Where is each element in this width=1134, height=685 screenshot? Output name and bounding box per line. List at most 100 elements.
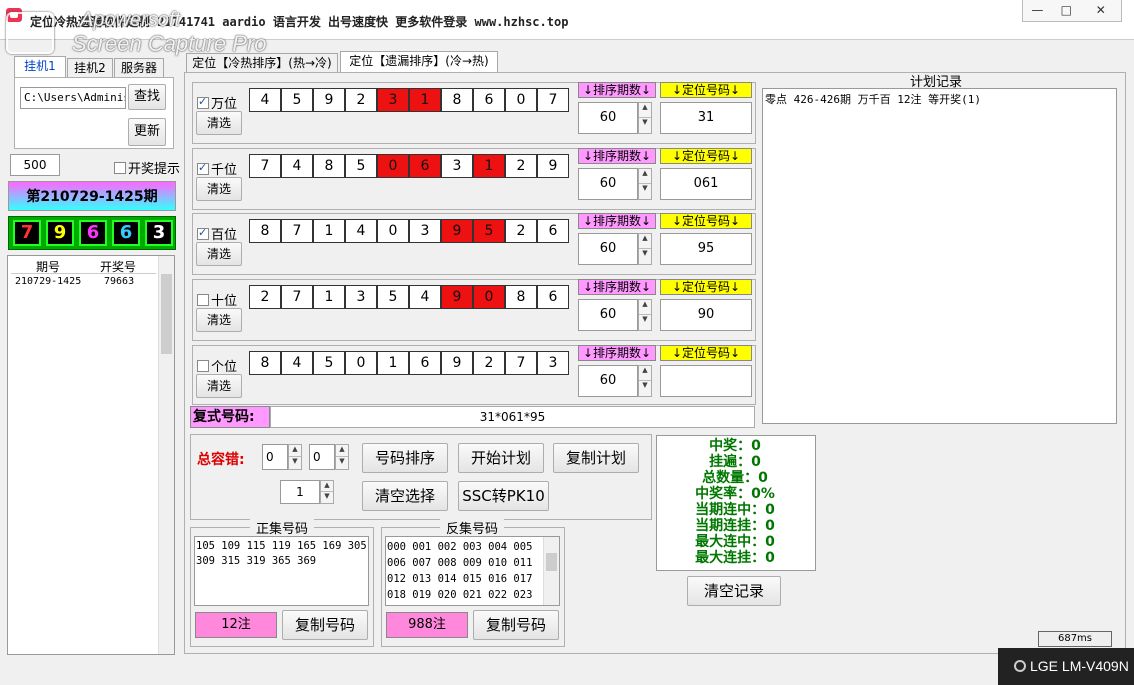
digit-cell[interactable]: 4 xyxy=(249,88,281,112)
spin-down-icon[interactable]: ▼ xyxy=(639,381,651,396)
digit-cell[interactable]: 9 xyxy=(537,154,569,178)
digit-cell[interactable]: 3 xyxy=(441,154,473,178)
path-input[interactable]: C:\Users\Administ xyxy=(20,87,126,109)
scrollbar-thumb[interactable] xyxy=(546,553,557,571)
tab-miss-sort[interactable]: 定位【遗漏排序】(冷→热) xyxy=(340,51,498,73)
digit-cell[interactable]: 5 xyxy=(377,285,409,309)
digit-cell[interactable]: 4 xyxy=(409,285,441,309)
digit-cell[interactable]: 8 xyxy=(441,88,473,112)
position-checkbox[interactable]: 十位 xyxy=(197,290,237,309)
digit-cell[interactable]: 7 xyxy=(281,219,313,243)
digit-cell[interactable]: 7 xyxy=(537,88,569,112)
digit-cell[interactable]: 1 xyxy=(473,154,505,178)
tab-server[interactable]: 服务器 xyxy=(114,58,164,78)
digit-cell[interactable]: 9 xyxy=(441,285,473,309)
tab-cold-hot-sort[interactable]: 定位【冷热排序】(热→冷) xyxy=(186,53,338,73)
digit-cell[interactable]: 6 xyxy=(537,219,569,243)
spin2-buttons[interactable]: ▲ ▼ xyxy=(335,444,349,470)
digit-cell[interactable]: 2 xyxy=(505,219,537,243)
sort-period-spinner[interactable]: ▲ ▼ xyxy=(638,168,652,200)
sort-period-input[interactable]: 60 xyxy=(578,299,638,331)
find-button[interactable]: 查找 xyxy=(128,84,166,110)
negative-list-scrollbar[interactable] xyxy=(543,537,559,605)
plan-log[interactable]: 零点 426-426期 万千百 12注 等开奖(1) xyxy=(762,88,1117,424)
digit-cell[interactable]: 8 xyxy=(249,351,281,375)
position-code-value[interactable] xyxy=(660,365,752,397)
spin-up-icon[interactable]: ▲ xyxy=(639,103,651,118)
digit-cell[interactable]: 5 xyxy=(281,88,313,112)
digit-cell[interactable]: 8 xyxy=(505,285,537,309)
digit-cell[interactable]: 7 xyxy=(281,285,313,309)
ssc-pk10-button[interactable]: SSC转PK10 xyxy=(458,481,549,511)
digit-cell[interactable]: 1 xyxy=(313,285,345,309)
sort-period-spinner[interactable]: ▲ ▼ xyxy=(638,102,652,134)
sort-period-spinner[interactable]: ▲ ▼ xyxy=(638,233,652,265)
digit-cell[interactable]: 0 xyxy=(473,285,505,309)
refresh-button[interactable]: 更新 xyxy=(128,118,166,146)
negative-set-list[interactable]: 000 001 002 003 004 005 006 007 008 009 … xyxy=(385,536,560,606)
clear-selection-button[interactable]: 清选 xyxy=(196,374,242,398)
digit-cell[interactable]: 0 xyxy=(377,219,409,243)
digit-cell[interactable]: 7 xyxy=(505,351,537,375)
digit-cell[interactable]: 1 xyxy=(409,88,441,112)
digit-cell[interactable]: 8 xyxy=(249,219,281,243)
list-scrollbar[interactable] xyxy=(158,256,174,654)
position-checkbox[interactable]: 万位 xyxy=(197,93,237,112)
tab-guaji1[interactable]: 挂机1 xyxy=(14,56,66,78)
digit-cell[interactable]: 0 xyxy=(377,154,409,178)
position-checkbox[interactable]: 个位 xyxy=(197,356,237,375)
digit-cell[interactable]: 8 xyxy=(313,154,345,178)
start-plan-button[interactable]: 开始计划 xyxy=(458,443,544,473)
maximize-button[interactable]: □ xyxy=(1052,0,1081,21)
digit-cell[interactable]: 2 xyxy=(345,88,377,112)
history-list[interactable]: 期号 开奖号 210729-1425 79663 xyxy=(7,255,175,655)
digit-cell[interactable]: 1 xyxy=(377,351,409,375)
spin3-buttons[interactable]: ▲ ▼ xyxy=(320,480,334,504)
position-code-value[interactable]: 31 xyxy=(660,102,752,134)
spin-up-icon[interactable]: ▲ xyxy=(639,366,651,381)
spin-down-icon[interactable]: ▼ xyxy=(639,315,651,330)
digit-cell[interactable]: 3 xyxy=(409,219,441,243)
sort-period-input[interactable]: 60 xyxy=(578,233,638,265)
digit-cell[interactable]: 2 xyxy=(505,154,537,178)
digit-cell[interactable]: 9 xyxy=(441,351,473,375)
spin-down-icon[interactable]: ▼ xyxy=(639,118,651,133)
sort-period-spinner[interactable]: ▲ ▼ xyxy=(638,365,652,397)
digit-cell[interactable]: 6 xyxy=(409,154,441,178)
positive-set-list[interactable]: 105 109 115 119 165 169 305 309 315 319 … xyxy=(194,536,369,606)
digit-cell[interactable]: 3 xyxy=(345,285,377,309)
positive-copy-button[interactable]: 复制号码 xyxy=(282,610,368,640)
close-button[interactable]: ✕ xyxy=(1081,0,1121,21)
digit-cell[interactable]: 0 xyxy=(505,88,537,112)
digit-cell[interactable]: 2 xyxy=(249,285,281,309)
position-code-value[interactable]: 061 xyxy=(660,168,752,200)
digit-cell[interactable]: 9 xyxy=(441,219,473,243)
spin-down-icon[interactable]: ▼ xyxy=(639,184,651,199)
sort-period-input[interactable]: 60 xyxy=(578,365,638,397)
clear-record-button[interactable]: 清空记录 xyxy=(687,576,781,606)
sort-period-input[interactable]: 60 xyxy=(578,168,638,200)
count-input[interactable]: 500 xyxy=(10,154,60,176)
position-code-value[interactable]: 90 xyxy=(660,299,752,331)
tolerance-spin1[interactable]: 0 xyxy=(262,444,288,470)
digit-cell[interactable]: 3 xyxy=(537,351,569,375)
digit-cell[interactable]: 2 xyxy=(473,351,505,375)
digit-cell[interactable]: 6 xyxy=(537,285,569,309)
scrollbar-thumb[interactable] xyxy=(161,274,172,354)
digit-cell[interactable]: 5 xyxy=(313,351,345,375)
sort-period-spinner[interactable]: ▲ ▼ xyxy=(638,299,652,331)
open-prompt-checkbox[interactable]: 开奖提示 xyxy=(114,158,180,177)
clear-selection-button[interactable]: 清选 xyxy=(196,177,242,201)
negative-copy-button[interactable]: 复制号码 xyxy=(473,610,559,640)
digit-cell[interactable]: 6 xyxy=(473,88,505,112)
minimize-button[interactable]: — xyxy=(1023,0,1052,21)
position-code-value[interactable]: 95 xyxy=(660,233,752,265)
spin-up-icon[interactable]: ▲ xyxy=(639,234,651,249)
tolerance-spin2[interactable]: 0 xyxy=(309,444,335,470)
clear-select-button[interactable]: 清空选择 xyxy=(362,481,448,511)
digit-cell[interactable]: 5 xyxy=(345,154,377,178)
position-checkbox[interactable]: 千位 xyxy=(197,159,237,178)
position-checkbox[interactable]: 百位 xyxy=(197,224,237,243)
digit-cell[interactable]: 4 xyxy=(345,219,377,243)
spin-up-icon[interactable]: ▲ xyxy=(639,300,651,315)
